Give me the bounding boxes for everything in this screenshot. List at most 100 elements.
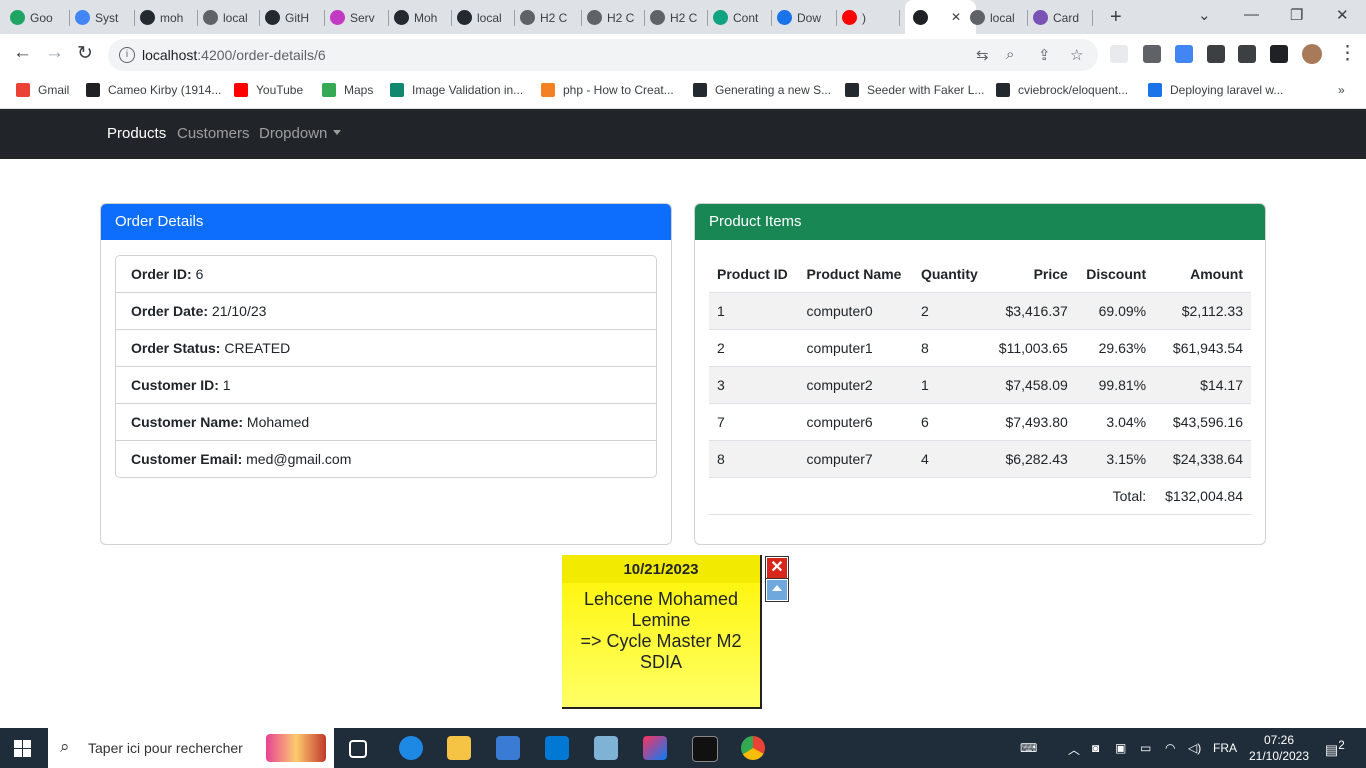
browser-tab[interactable]: GitH (265, 5, 325, 30)
bookmark-item[interactable]: Generating a new S... (693, 83, 831, 97)
site-info-icon[interactable]: i (119, 47, 135, 63)
zoom-icon[interactable]: ⌕ (1006, 46, 1014, 63)
side-panel-icon[interactable] (1270, 45, 1288, 63)
tab-close-icon[interactable]: ✕ (951, 10, 961, 24)
taskbar-search-placeholder: Taper ici pour rechercher (88, 740, 243, 756)
keyboard-icon[interactable]: ⌨ (1020, 741, 1037, 755)
puzzle-icon[interactable] (1207, 45, 1225, 63)
sticky-line: Lemine (631, 610, 691, 630)
maximize-button[interactable]: ❐ (1290, 6, 1303, 24)
chrome-icon[interactable] (741, 736, 765, 760)
browser-tab[interactable]: H2 C (650, 5, 708, 30)
browser-tab[interactable]: ✕ (905, 0, 976, 34)
browser-tab[interactable]: Card (1033, 5, 1093, 30)
windows-taskbar: ⌕ Taper ici pour rechercher ⌨ ︿ ◙ ▣ ▭ ◠ … (0, 728, 1366, 768)
store-icon[interactable] (496, 736, 520, 760)
browser-tab[interactable]: Moh (394, 5, 452, 30)
window-close-button[interactable]: ✕ (1336, 6, 1349, 24)
new-tab-button[interactable]: + (1110, 6, 1122, 29)
table-cell: $3,416.37 (988, 292, 1076, 330)
browser-tab[interactable]: ) (842, 5, 900, 30)
windows-start-icon[interactable] (14, 740, 31, 757)
bookmark-item[interactable]: Seeder with Faker L... (845, 83, 984, 97)
translate-icon[interactable]: ⇆ (976, 46, 989, 64)
tab-search-icon[interactable]: ⌄ (1198, 6, 1211, 24)
taskbar-search[interactable]: ⌕ Taper ici pour rechercher (48, 728, 334, 768)
table-cell: $24,338.64 (1154, 440, 1251, 478)
reload-button[interactable]: ↻ (77, 42, 93, 65)
sticky-note[interactable]: 10/21/2023 Lehcene Mohamed Lemine => Cyc… (562, 555, 762, 709)
bookmark-item[interactable]: php - How to Creat... (541, 83, 674, 97)
edge-icon[interactable] (399, 736, 423, 760)
ns-icon (390, 83, 404, 97)
bookmark-star-icon[interactable]: ☆ (1070, 46, 1083, 64)
globe-icon (203, 10, 218, 25)
nav-products[interactable]: Products (107, 125, 166, 142)
wifi-icon[interactable]: ◠ (1165, 741, 1175, 755)
forward-button[interactable]: → (45, 42, 64, 64)
tab-title: moh (160, 10, 184, 25)
browser-tab[interactable]: local (457, 5, 515, 30)
google-translate-icon[interactable] (1175, 45, 1193, 63)
browser-tab[interactable]: local (970, 5, 1028, 30)
address-bar[interactable]: i localhost:4200/order-details/6 ⇆ ⌕ ⇪ ☆ (108, 39, 1098, 71)
json-extension-icon[interactable] (1110, 45, 1128, 63)
show-hidden-icons[interactable]: ︿ (1068, 741, 1080, 758)
sticky-close-icon[interactable]: ✕ (765, 556, 789, 580)
bookmark-item[interactable]: Deploying laravel w... (1148, 83, 1283, 97)
nav-dropdown[interactable]: Dropdown (259, 125, 342, 142)
terminal-icon[interactable] (692, 736, 718, 762)
tab-title: Card (1053, 10, 1080, 25)
bookmark-item[interactable]: Gmail (16, 83, 69, 97)
column-header: Price (988, 255, 1076, 293)
media-icon[interactable] (1238, 45, 1256, 63)
language-indicator[interactable]: FRA (1213, 741, 1237, 755)
volume-icon[interactable]: ◁) (1188, 741, 1201, 755)
browser-tab[interactable]: Cont (713, 5, 772, 30)
browser-tab[interactable]: moh (140, 5, 198, 30)
clock[interactable]: 07:26 21/10/2023 (1244, 732, 1314, 764)
share-icon[interactable]: ⇪ (1038, 46, 1051, 64)
browser-tab[interactable]: H2 C (520, 5, 582, 30)
browser-tab[interactable]: Goo (10, 5, 70, 30)
intellij-icon[interactable] (643, 736, 667, 760)
profile-avatar[interactable] (1302, 44, 1322, 64)
mail-icon[interactable] (545, 736, 569, 760)
extension-icon[interactable] (1143, 45, 1161, 63)
tab-title: Moh (414, 10, 438, 25)
bookmark-item[interactable]: Maps (322, 83, 373, 97)
table-cell: $6,282.43 (988, 440, 1076, 478)
address-url[interactable]: localhost:4200/order-details/6 (142, 47, 326, 63)
browser-tab[interactable]: Serv (330, 5, 389, 30)
bookmark-item[interactable]: YouTube (234, 83, 303, 97)
minimize-button[interactable]: — (1244, 6, 1259, 23)
notes-app-icon[interactable] (594, 736, 618, 760)
vite-icon (457, 10, 472, 25)
nav-customers[interactable]: Customers (177, 125, 250, 142)
notifications-icon[interactable]: ▤2 (1325, 739, 1345, 759)
bookmark-label: php - How to Creat... (563, 83, 674, 97)
more-bookmarks-icon[interactable]: » (1338, 83, 1345, 97)
browser-tab[interactable]: H2 C (587, 5, 645, 30)
tray-app-icon[interactable]: ▣ (1115, 741, 1126, 755)
menu-icon[interactable]: ⋮ (1338, 42, 1357, 65)
sticky-minimize-icon[interactable] (765, 578, 789, 602)
back-button[interactable]: ← (13, 42, 32, 64)
field-label: Customer Email: (131, 451, 243, 467)
table-cell: $14.17 (1154, 366, 1251, 404)
list-item: Customer Name: Mohamed (116, 404, 656, 441)
bookmark-item[interactable]: Image Validation in... (390, 83, 523, 97)
tab-separator (134, 10, 135, 26)
bookmark-item[interactable]: Cameo Kirby (1914... (86, 83, 221, 97)
browser-tab[interactable]: Syst (75, 5, 135, 30)
file-explorer-icon[interactable] (447, 736, 471, 760)
battery-icon[interactable]: ▭ (1140, 741, 1151, 755)
table-cell: 3 (709, 366, 799, 404)
bookmark-item[interactable]: cviebrock/eloquent... (996, 83, 1128, 97)
task-view-icon[interactable] (349, 740, 367, 758)
table-cell: $2,112.33 (1154, 292, 1251, 330)
browser-tab[interactable]: local (203, 5, 260, 30)
tray-app-icon[interactable]: ◙ (1092, 741, 1099, 755)
tab-strip: + ⌄ — ❐ ✕ Goo Syst moh local GitH Serv Moh loca… (0, 0, 1366, 34)
browser-tab[interactable]: Dow (777, 5, 837, 30)
